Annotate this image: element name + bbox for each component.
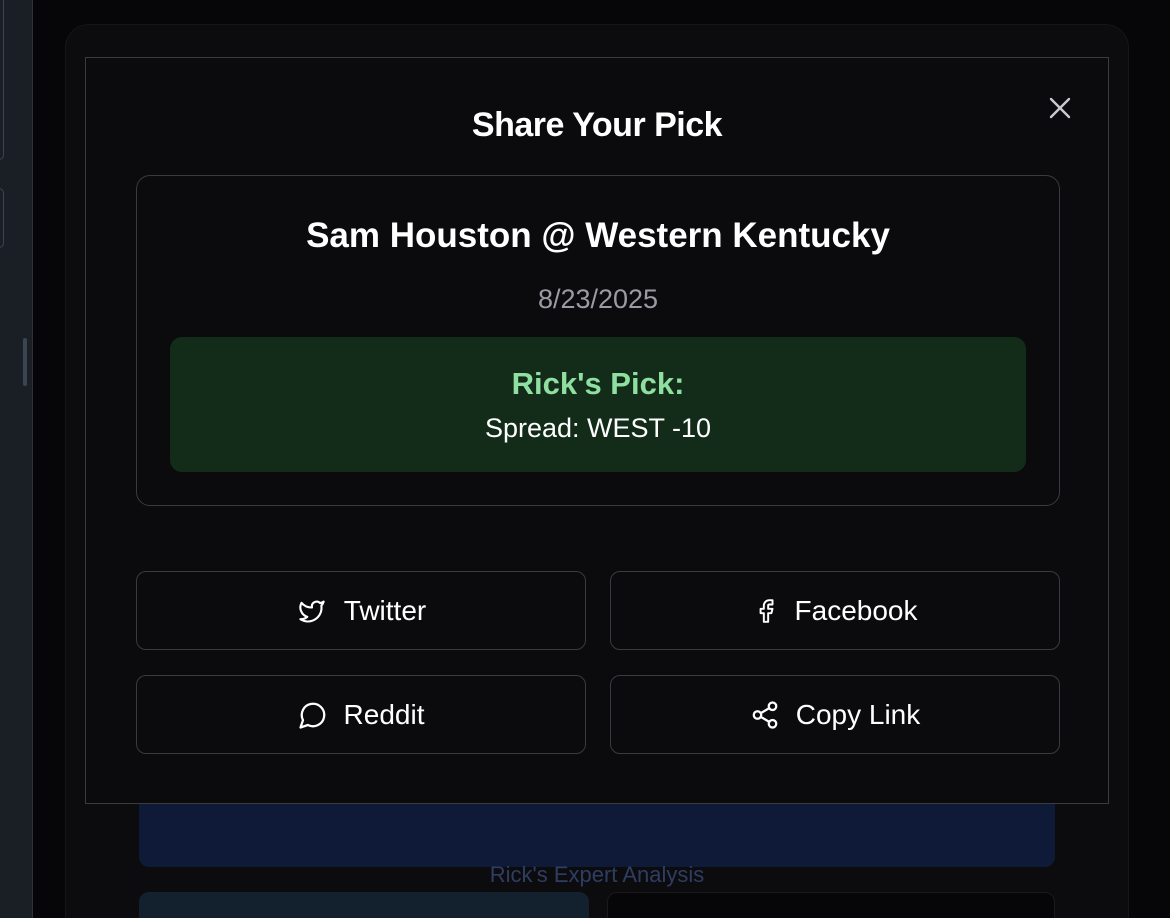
close-button[interactable] (1044, 92, 1076, 124)
left-sidebar (0, 0, 33, 918)
share-icon (752, 700, 778, 729)
modal-title: Share Your Pick (471, 106, 723, 144)
background-button-right[interactable] (607, 892, 1055, 918)
pick-box: Rick's Pick: Spread: WEST -10 (170, 337, 1026, 472)
copy-link-button[interactable]: Copy Link (610, 675, 1060, 754)
background-button-left[interactable] (139, 892, 589, 918)
sidebar-panel (0, 0, 4, 160)
twitter-label: Twitter (343, 594, 427, 626)
pick-value: Spread: WEST -10 (484, 413, 712, 443)
twitter-share-button[interactable]: Twitter (136, 571, 586, 650)
share-modal: Share Your Pick Sam Houston @ Western Ke… (85, 57, 1109, 804)
close-icon (1049, 97, 1071, 119)
sidebar-panel (0, 188, 4, 248)
facebook-label: Facebook (794, 594, 918, 626)
pick-card: Sam Houston @ Western Kentucky 8/23/2025… (136, 175, 1060, 506)
facebook-share-button[interactable]: Facebook (610, 571, 1060, 650)
facebook-icon (759, 598, 773, 623)
game-date: 8/23/2025 (537, 284, 659, 314)
matchup-title: Sam Houston @ Western Kentucky (306, 216, 890, 255)
page: Rick's Expert Analysis Share Your Pick S… (0, 0, 1170, 918)
twitter-icon (299, 600, 325, 623)
reddit-share-button[interactable]: Reddit (136, 675, 586, 754)
copy-link-label: Copy Link (795, 698, 921, 730)
expert-analysis-label: Rick's Expert Analysis (489, 862, 705, 887)
reddit-label: Reddit (343, 698, 425, 730)
resize-handle[interactable] (23, 338, 27, 386)
pick-label: Rick's Pick: (511, 366, 685, 401)
message-circle-icon (298, 702, 325, 729)
